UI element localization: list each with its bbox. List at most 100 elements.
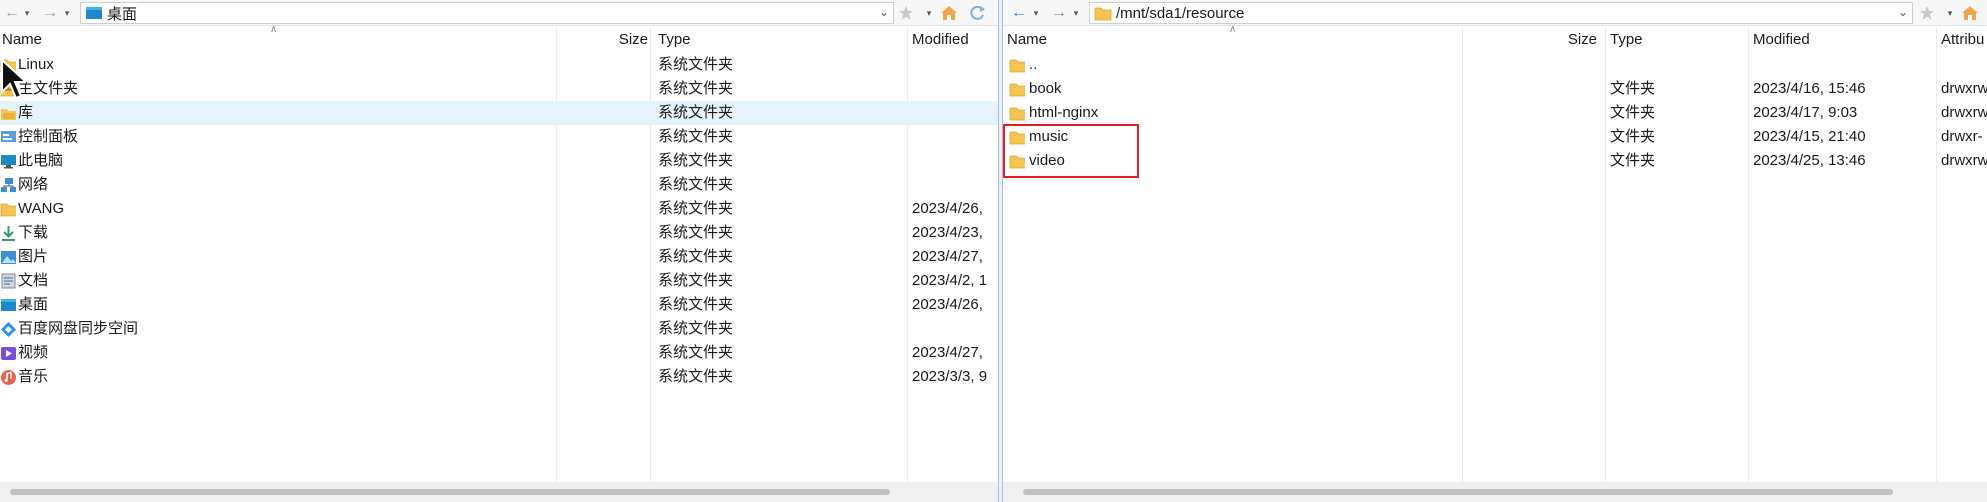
back-history-dropdown-icon[interactable]: ▾: [22, 4, 32, 22]
remote-toolbar: ← ▾ → ▾ /mnt/sda1/resource ⌄ ▾: [1003, 0, 1987, 26]
table-row[interactable]: video 文件夹 2023/4/25, 13:46 drwxrw: [1003, 149, 1987, 173]
column-type[interactable]: Type: [1610, 27, 1740, 53]
column-modified[interactable]: Modified: [1753, 27, 1933, 53]
file-size: [1465, 149, 1597, 173]
file-size: [558, 221, 648, 245]
file-type: 系统文件夹: [658, 152, 734, 169]
baidu-netdisk-icon: [1, 322, 16, 337]
file-type: 系统文件夹: [658, 80, 734, 97]
forward-history-dropdown-icon[interactable]: ▾: [62, 4, 72, 22]
file-modified: 2023/4/23,: [912, 224, 983, 241]
refresh-icon[interactable]: [968, 2, 992, 24]
file-name: 下载: [18, 224, 49, 241]
sort-ascending-icon: ∧: [1229, 24, 1237, 35]
favorites-dropdown-icon[interactable]: ▾: [1945, 4, 1955, 22]
forward-arrow-icon[interactable]: →: [1049, 3, 1069, 23]
column-size[interactable]: Size: [1465, 27, 1597, 53]
home-icon[interactable]: [1961, 2, 1983, 24]
file-modified: [1753, 53, 1933, 77]
table-row[interactable]: 此电脑 系统文件夹: [0, 149, 998, 173]
file-size: [1465, 101, 1597, 125]
remote-horizontal-scrollbar[interactable]: [1003, 482, 1987, 502]
star-icon[interactable]: [1919, 2, 1943, 24]
file-modified: 2023/3/3, 9: [912, 368, 988, 385]
file-name: 此电脑: [18, 152, 64, 169]
local-address-bar[interactable]: 桌面 ⌄: [80, 2, 894, 24]
column-name[interactable]: Name: [1007, 27, 1447, 53]
file-name: 百度网盘同步空间: [18, 320, 139, 337]
chevron-down-icon[interactable]: ⌄: [879, 5, 889, 19]
file-name: Linux: [18, 56, 54, 73]
favorites-dropdown-icon[interactable]: ▾: [924, 4, 934, 22]
control-panel-icon: [1, 131, 16, 142]
table-row[interactable]: 百度网盘同步空间 系统文件夹: [0, 317, 998, 341]
scrollbar-thumb[interactable]: [10, 489, 890, 495]
star-icon[interactable]: [898, 2, 922, 24]
table-row[interactable]: 音乐 系统文件夹 2023/3/3, 9: [0, 365, 998, 389]
file-attributes: [1941, 53, 1987, 77]
column-attributes[interactable]: Attribu: [1941, 27, 1987, 53]
table-row[interactable]: 控制面板 系统文件夹: [0, 125, 998, 149]
library-icon: [1, 109, 16, 120]
table-row[interactable]: 图片 系统文件夹 2023/4/27,: [0, 245, 998, 269]
file-size: [558, 77, 648, 101]
file-modified: [912, 77, 998, 101]
remote-address-text: /mnt/sda1/resource: [1116, 4, 1245, 22]
chevron-down-icon[interactable]: ⌄: [1898, 5, 1908, 19]
network-icon: [1, 178, 16, 192]
file-name: 视频: [18, 344, 49, 361]
file-name: 音乐: [18, 368, 49, 385]
file-modified: [912, 101, 998, 125]
file-size: [1465, 77, 1597, 101]
table-row[interactable]: 视频 系统文件夹 2023/4/27,: [0, 341, 998, 365]
table-row[interactable]: html-nginx 文件夹 2023/4/17, 9:03 drwxrw: [1003, 101, 1987, 125]
file-name: 库: [18, 104, 34, 121]
column-type[interactable]: Type: [658, 27, 908, 53]
table-row[interactable]: 库 系统文件夹: [0, 101, 998, 125]
column-size[interactable]: Size: [558, 27, 648, 53]
table-row[interactable]: music 文件夹 2023/4/15, 21:40 drwxr-: [1003, 125, 1987, 149]
file-type: 系统文件夹: [658, 104, 734, 121]
file-modified: [912, 173, 998, 197]
back-arrow-icon[interactable]: ←: [2, 3, 22, 23]
desktop-icon: [86, 7, 102, 19]
file-name: ..: [1029, 56, 1038, 73]
file-size: [558, 269, 648, 293]
table-row[interactable]: 网络 系统文件夹: [0, 173, 998, 197]
file-type: 系统文件夹: [658, 200, 734, 217]
local-column-header: Name Size Type Modified: [0, 27, 998, 53]
back-history-dropdown-icon[interactable]: ▾: [1031, 4, 1041, 22]
file-modified: 2023/4/17, 9:03: [1753, 104, 1858, 121]
file-size: [558, 293, 648, 317]
documents-icon: [1, 273, 16, 289]
file-type: 系统文件夹: [658, 320, 734, 337]
remote-address-bar[interactable]: /mnt/sda1/resource ⌄: [1089, 2, 1913, 24]
forward-arrow-icon[interactable]: →: [40, 3, 60, 23]
file-type: 系统文件夹: [658, 368, 734, 385]
file-modified: [912, 125, 998, 149]
table-row[interactable]: 下载 系统文件夹 2023/4/23,: [0, 221, 998, 245]
file-type: 系统文件夹: [658, 176, 734, 193]
scrollbar-thumb[interactable]: [1023, 489, 1893, 495]
file-modified: 2023/4/26,: [912, 200, 983, 217]
table-row[interactable]: WANG 系统文件夹 2023/4/26,: [0, 197, 998, 221]
table-row[interactable]: Linux 系统文件夹: [0, 53, 998, 77]
table-row[interactable]: 主文件夹 系统文件夹: [0, 77, 998, 101]
file-size: [558, 53, 648, 77]
table-row[interactable]: ..: [1003, 53, 1987, 77]
file-attributes: drwxrw: [1941, 80, 1987, 97]
table-row[interactable]: 桌面 系统文件夹 2023/4/26,: [0, 293, 998, 317]
local-horizontal-scrollbar[interactable]: [0, 482, 998, 502]
file-size: [558, 149, 648, 173]
pictures-icon: [1, 251, 16, 264]
forward-history-dropdown-icon[interactable]: ▾: [1071, 4, 1081, 22]
file-size: [558, 101, 648, 125]
column-modified[interactable]: Modified: [912, 27, 998, 53]
home-icon[interactable]: [940, 2, 962, 24]
folder-icon: [1094, 7, 1112, 21]
file-name: 主文件夹: [18, 80, 79, 97]
table-row[interactable]: book 文件夹 2023/4/16, 15:46 drwxrw: [1003, 77, 1987, 101]
back-arrow-icon[interactable]: ←: [1009, 3, 1029, 23]
table-row[interactable]: 文档 系统文件夹 2023/4/2, 1: [0, 269, 998, 293]
folder-icon: [1009, 107, 1025, 121]
